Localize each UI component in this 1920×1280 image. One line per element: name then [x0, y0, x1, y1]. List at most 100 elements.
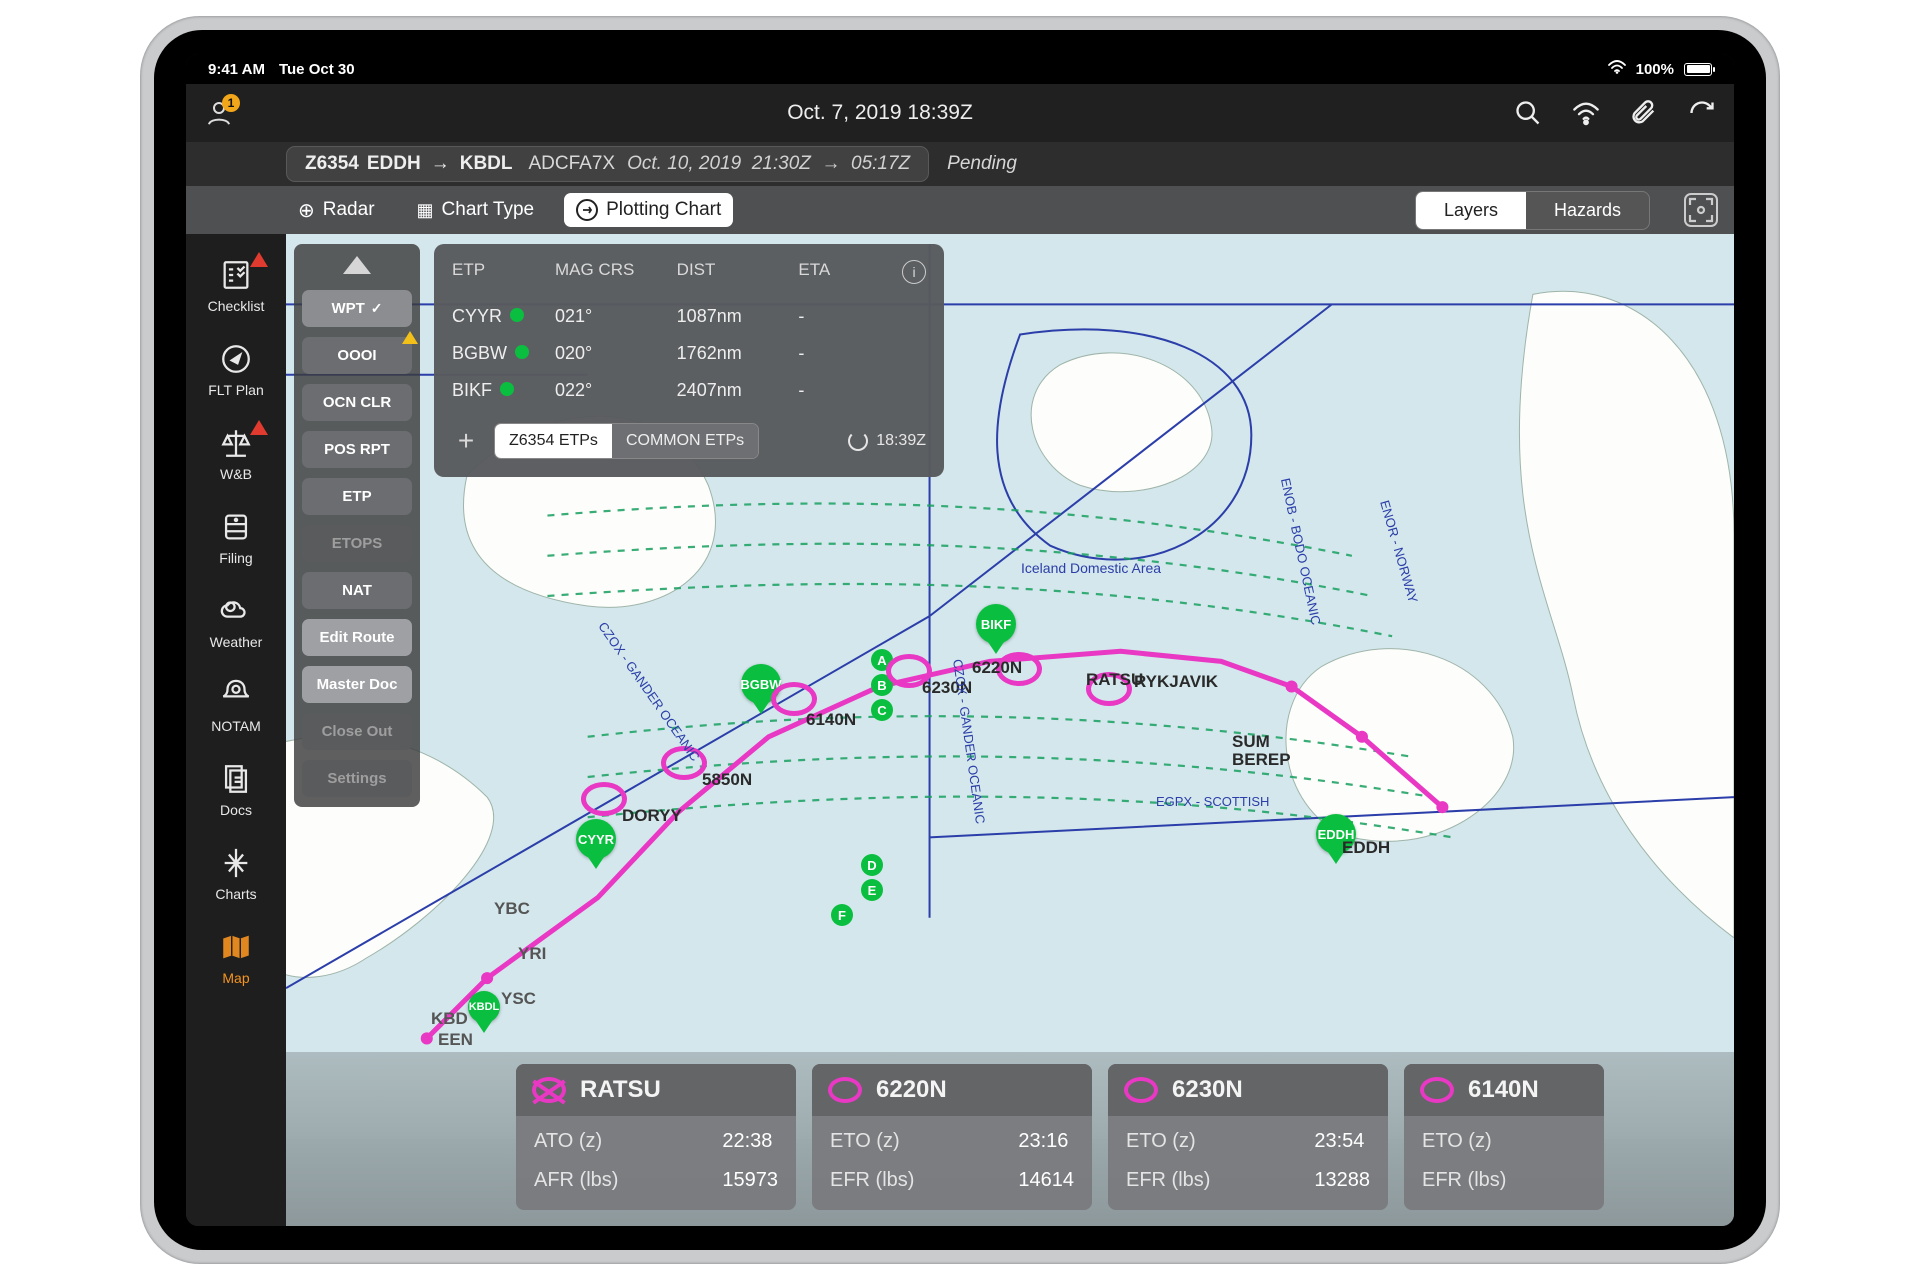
ios-status-bar: 9:41 AM Tue Oct 30 100%: [186, 54, 1734, 84]
area-label-iceland: Iceland Domestic Area: [1021, 560, 1161, 576]
radar-button[interactable]: ⊕ Radar: [286, 192, 387, 229]
status-date: Tue Oct 30: [279, 61, 355, 78]
flight-from: EDDH: [367, 153, 421, 175]
chart-type-button[interactable]: ▦ Chart Type: [405, 193, 547, 227]
etp-seg-flight[interactable]: Z6354 ETPs: [495, 424, 612, 458]
wp-label-6220n: 6220N: [972, 658, 1022, 678]
wp-label-6140n: 6140N: [806, 710, 856, 730]
waypoint-card[interactable]: RATSU ATO (z)22:38 AFR (lbs)15973: [516, 1064, 796, 1210]
track-letter-d: D: [861, 854, 883, 876]
nav-wb[interactable]: W&B: [186, 412, 286, 496]
hazards-tab[interactable]: Hazards: [1526, 192, 1649, 229]
plotting-label: Plotting Chart: [606, 199, 721, 221]
status-dot-icon: [515, 345, 529, 359]
nav-map[interactable]: Map: [186, 916, 286, 1000]
add-etp-button[interactable]: +: [452, 425, 480, 457]
etp-col-crs: MAG CRS: [555, 260, 677, 284]
pin-cyyr[interactable]: CYYR: [576, 819, 616, 859]
etp-refresh[interactable]: 18:39Z: [848, 431, 926, 451]
chart-toolbar: ⊕ Radar ▦ Chart Type Plotting Chart Laye…: [186, 186, 1734, 234]
etp-refresh-time: 18:39Z: [876, 432, 926, 450]
tool-ocnclr[interactable]: OCN CLR: [302, 384, 412, 421]
flight-info-pill[interactable]: Z6354 EDDH → KBDL ADCFA7X Oct. 10, 2019 …: [286, 146, 929, 182]
etp-eta: -: [798, 306, 892, 327]
etp-segment: Z6354 ETPs COMMON ETPs: [494, 423, 759, 459]
collapse-up-icon[interactable]: [343, 256, 371, 274]
flight-status: Pending: [947, 153, 1017, 175]
plotting-icon: [576, 199, 598, 221]
wp-label-berep: BEREP: [1232, 750, 1291, 770]
docs-icon: [219, 762, 253, 796]
battery-percent: 100%: [1636, 61, 1674, 78]
attachment-icon[interactable]: [1630, 99, 1658, 127]
status-time: 9:41 AM: [208, 61, 265, 78]
pin-kbdl[interactable]: KBDL: [468, 991, 500, 1023]
profile-button[interactable]: 1: [204, 98, 234, 128]
layers-tab[interactable]: Layers: [1416, 192, 1526, 229]
etp-row[interactable]: BGBW 020° 1762nm -: [452, 335, 926, 372]
tool-etp[interactable]: ETP: [302, 478, 412, 515]
nav-label: Checklist: [208, 298, 265, 314]
app-screen: 9:41 AM Tue Oct 30 100% 1 Oct. 7, 2019 1…: [186, 54, 1734, 1226]
map-canvas[interactable]: CYYR BGBW BIKF EDDH KBDL A B C D E F Ice…: [286, 234, 1734, 1226]
etp-seg-common[interactable]: COMMON ETPs: [612, 424, 758, 458]
map-icon: [219, 930, 253, 964]
nav-label: W&B: [220, 466, 252, 482]
waypoint-name: 6230N: [1172, 1076, 1243, 1104]
wifi-button-icon[interactable]: [1572, 99, 1600, 127]
etp-crs: 022°: [555, 380, 677, 401]
tool-settings: Settings: [302, 760, 412, 797]
plotting-chart-button[interactable]: Plotting Chart: [564, 193, 733, 227]
track-letter-e: E: [861, 879, 883, 901]
pin-bikf[interactable]: BIKF: [976, 604, 1016, 644]
left-nav: Checklist FLT Plan W&B Filing Weather: [186, 234, 286, 1226]
etp-col-etp: ETP: [452, 260, 555, 284]
waypoint-card[interactable]: 6220N ETO (z)23:16 EFR (lbs)14614: [812, 1064, 1092, 1210]
etp-crs: 021°: [555, 306, 677, 327]
nav-weather[interactable]: Weather: [186, 580, 286, 664]
card-value: 23:16: [1018, 1130, 1074, 1153]
nav-charts[interactable]: Charts: [186, 832, 286, 916]
nav-checklist[interactable]: Checklist: [186, 244, 286, 328]
main-area: Checklist FLT Plan W&B Filing Weather: [186, 234, 1734, 1226]
scales-icon: [219, 426, 253, 460]
card-label: ETO (z): [1126, 1130, 1314, 1153]
etp-crs: 020°: [555, 343, 677, 364]
card-label: ATO (z): [534, 1130, 722, 1153]
info-icon[interactable]: i: [902, 260, 926, 284]
waypoint-card[interactable]: 6230N ETO (z)23:54 EFR (lbs)13288: [1108, 1064, 1388, 1210]
tool-masterdoc[interactable]: Master Doc: [302, 666, 412, 703]
nav-filing[interactable]: Filing: [186, 496, 286, 580]
etp-dist: 1087nm: [677, 306, 799, 327]
nav-label: Map: [222, 970, 249, 986]
ipad-bezel: 9:41 AM Tue Oct 30 100% 1 Oct. 7, 2019 1…: [154, 30, 1766, 1250]
tool-wpt[interactable]: WPT: [302, 290, 412, 327]
tool-oooi[interactable]: OOOI: [302, 337, 412, 374]
waypoint-name: 6140N: [1468, 1076, 1539, 1104]
nav-fltplan[interactable]: FLT Plan: [186, 328, 286, 412]
etp-row[interactable]: BIKF 022° 2407nm -: [452, 372, 926, 409]
nav-label: Docs: [220, 802, 252, 818]
warning-icon: [402, 331, 418, 344]
tool-posrpt[interactable]: POS RPT: [302, 431, 412, 468]
wp-label-sum: SUM: [1232, 732, 1270, 752]
waypoint-card[interactable]: 6140N ETO (z) EFR (lbs): [1404, 1064, 1604, 1210]
nav-docs[interactable]: Docs: [186, 748, 286, 832]
wp-ring: [581, 782, 627, 816]
nav-notam[interactable]: NOTAM: [186, 664, 286, 748]
etp-row[interactable]: CYYR 021° 1087nm -: [452, 298, 926, 335]
etp-name: BGBW: [452, 343, 507, 363]
checklist-icon: [219, 258, 253, 292]
refresh-icon[interactable]: [1688, 99, 1716, 127]
waypoint-cards-strip[interactable]: RATSU ATO (z)22:38 AFR (lbs)15973 6220N …: [286, 1052, 1734, 1226]
tool-editroute[interactable]: Edit Route: [302, 619, 412, 656]
tool-nat[interactable]: NAT: [302, 572, 412, 609]
radar-icon: ⊕: [298, 198, 315, 223]
card-value: 13288: [1314, 1169, 1370, 1192]
compass-icon: [219, 342, 253, 376]
search-icon[interactable]: [1514, 99, 1542, 127]
nav-label: Charts: [215, 886, 256, 902]
region-scot: EGPX - SCOTTISH: [1156, 794, 1269, 809]
wp-label-ysc: YSC: [501, 989, 536, 1009]
fullscreen-button[interactable]: [1684, 193, 1718, 227]
